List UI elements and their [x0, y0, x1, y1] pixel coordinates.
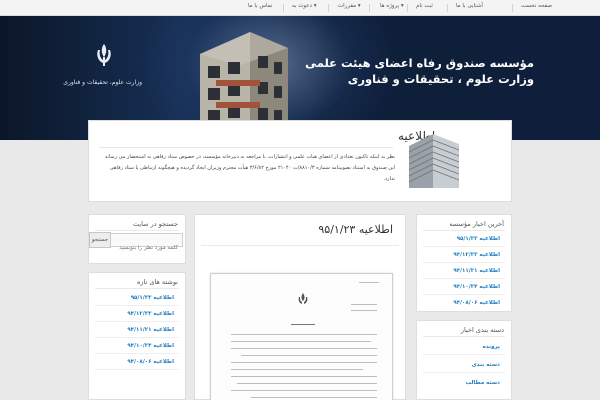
category-link[interactable]: دسته بندی — [472, 362, 500, 368]
news-link[interactable]: اطلاعیه ۹۴/۱۲/۲۳ — [453, 252, 500, 258]
panel-divider — [423, 230, 505, 231]
recent-post-link[interactable]: اطلاعیه ۹۵/۱/۲۳ — [131, 295, 174, 301]
news-item[interactable]: اطلاعیه ۹۵/۱/۲۳ — [423, 233, 505, 247]
news-link[interactable]: اطلاعیه ۹۴/۰۸/۰۶ — [453, 300, 500, 306]
recent-post-link[interactable]: اطلاعیه ۹۴/۱۱/۲۱ — [127, 327, 174, 333]
news-item[interactable]: اطلاعیه ۹۴/۱۱/۲۱ — [423, 265, 505, 279]
post-panel: اطلاعیه ۹۵/۱/۲۳ — [194, 214, 406, 400]
recent-post-link[interactable]: اطلاعیه ۹۴/۱۰/۲۴ — [127, 343, 174, 349]
recent-post-link[interactable]: اطلاعیه ۹۴/۰۸/۰۶ — [127, 359, 174, 365]
nav-separator — [369, 4, 370, 12]
category-link[interactable]: پرونده — [483, 344, 500, 350]
category-item[interactable]: پرونده — [423, 341, 505, 355]
recent-post-item[interactable]: اطلاعیه ۹۴/۰۸/۰۶ — [95, 356, 179, 370]
search-panel-title: جستجو در سایت — [132, 220, 178, 228]
nav-separator — [447, 4, 448, 12]
search-panel: جستجو در سایت جستجو — [88, 214, 186, 264]
post-title[interactable]: اطلاعیه ۹۵/۱/۲۳ — [318, 223, 393, 236]
nav-item-about[interactable]: آشنایی با ما — [456, 3, 483, 9]
announcement-text: نظر به اینکه تاکنون تعدادی از اعضای هیات… — [104, 154, 395, 182]
latest-news-panel: آخرین اخبار مؤسسه اطلاعیه ۹۵/۱/۲۳ اطلاعی… — [416, 214, 512, 312]
nav-item-regulations[interactable]: ▾ مقررات — [338, 3, 361, 9]
iran-emblem-icon — [97, 44, 111, 66]
nav-item-contact[interactable]: تماس با ما — [248, 3, 272, 9]
panel-divider — [95, 288, 179, 289]
categories-panel: دسته بندی اخبار پرونده دسته بندی دسته مط… — [416, 320, 512, 400]
search-field[interactable] — [107, 233, 183, 254]
scanned-document-image — [210, 273, 393, 400]
news-item[interactable]: اطلاعیه ۹۴/۱۲/۲۳ — [423, 249, 505, 263]
site-title-line-1: مؤسسه صندوق رفاه اعضای هیئت علمی — [305, 56, 534, 70]
category-item[interactable]: دسته بندی — [423, 359, 505, 373]
top-nav: صفحه نخست آشنایی با ما ثبت نام ▾ پروژه ه… — [0, 0, 600, 16]
recent-post-item[interactable]: اطلاعیه ۹۴/۱۲/۲۳ — [95, 308, 179, 322]
nav-item-projects-label: پروژه ها — [380, 3, 400, 9]
recent-posts-title: نوشته های تازه — [136, 278, 178, 286]
panel-divider — [95, 230, 179, 231]
nav-item-regulations-label: مقررات — [338, 3, 357, 9]
announcement-box: اطلاعیه نظر به اینکه تاکنون تعدادی از اع… — [88, 120, 512, 202]
document-emblem-icon — [298, 293, 308, 304]
category-item[interactable]: دسته مطالب — [423, 377, 505, 391]
news-item[interactable]: اطلاعیه ۹۴/۱۰/۲۴ — [423, 281, 505, 295]
site-title-line-2: وزارت علوم ، تحقیقات و فناوری — [347, 72, 534, 86]
announcement-divider — [99, 147, 393, 148]
news-item[interactable]: اطلاعیه ۹۴/۰۸/۰۶ — [423, 297, 505, 311]
recent-post-link[interactable]: اطلاعیه ۹۴/۱۲/۲۳ — [127, 311, 174, 317]
recent-posts-panel: نوشته های تازه اطلاعیه ۹۵/۱/۲۳ اطلاعیه ۹… — [88, 272, 186, 400]
category-link[interactable]: دسته مطالب — [466, 380, 500, 386]
nav-separator — [328, 4, 329, 12]
panel-divider — [423, 336, 505, 337]
emblem-caption: وزارت علوم، تحقیقات و فناوری — [63, 79, 142, 86]
nav-item-register[interactable]: ثبت نام — [416, 3, 433, 9]
categories-title: دسته بندی اخبار — [460, 326, 504, 334]
nav-item-projects[interactable]: ▾ پروژه ها — [380, 3, 404, 9]
news-link[interactable]: اطلاعیه ۹۴/۱۱/۲۱ — [453, 268, 500, 274]
recent-post-item[interactable]: اطلاعیه ۹۴/۱۱/۲۱ — [95, 324, 179, 338]
latest-news-title: آخرین اخبار مؤسسه — [449, 220, 504, 228]
search-input[interactable] — [108, 242, 182, 254]
news-link[interactable]: اطلاعیه ۹۴/۱۰/۲۴ — [453, 284, 500, 290]
nav-item-invitation-label: دعوت به — [292, 3, 312, 9]
news-link[interactable]: اطلاعیه ۹۵/۱/۲۳ — [457, 236, 500, 242]
nav-item-invitation[interactable]: ▾ دعوت به — [292, 3, 317, 9]
nav-item-home[interactable]: صفحه نخست — [521, 3, 552, 9]
search-button[interactable]: جستجو — [89, 232, 111, 248]
tower-building-icon — [408, 134, 460, 188]
recent-post-item[interactable]: اطلاعیه ۹۴/۱۰/۲۴ — [95, 340, 179, 354]
nav-separator — [512, 4, 513, 12]
nav-separator — [283, 4, 284, 12]
nav-separator — [407, 4, 408, 12]
post-divider — [201, 245, 399, 246]
recent-post-item[interactable]: اطلاعیه ۹۵/۱/۲۳ — [95, 292, 179, 306]
